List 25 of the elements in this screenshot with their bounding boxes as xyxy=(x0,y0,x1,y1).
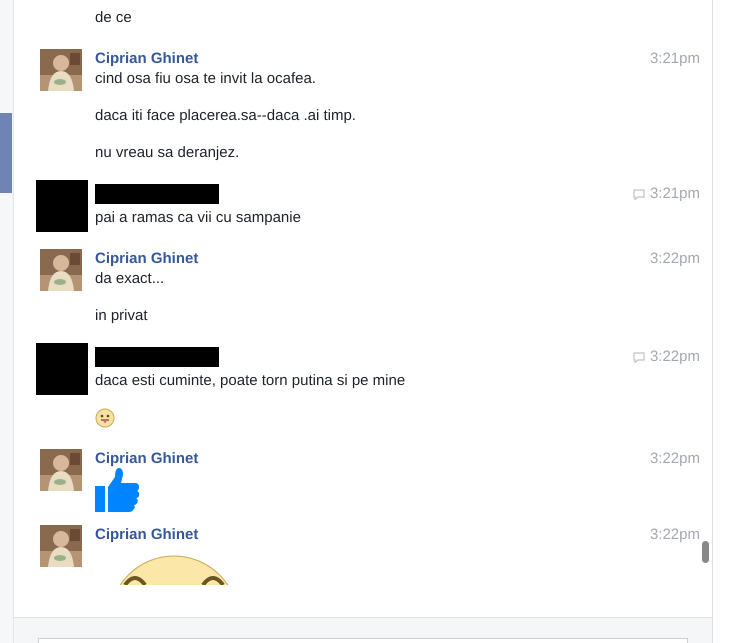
message-time: 3:22pm xyxy=(650,525,700,545)
message-time: 3:22pm xyxy=(650,347,700,367)
seen-icon xyxy=(632,352,645,362)
message-time: 3:21pm xyxy=(650,49,700,69)
message-time: 3:21pm xyxy=(650,184,700,204)
message-text: de ce xyxy=(95,9,132,26)
sender-name[interactable]: Ciprian Ghinet xyxy=(95,449,650,469)
message-time: 3:22pm xyxy=(650,449,700,469)
sender-name[interactable]: Ciprian Ghinet xyxy=(95,525,650,545)
redacted-avatar xyxy=(36,343,88,395)
message-text: cind osa fiu osa te invit la ocafea. xyxy=(95,70,316,87)
message-text: pai a ramas ca vii cu sampanie xyxy=(95,209,301,226)
thumbs-up-icon xyxy=(95,467,141,513)
message-text: nu vreau sa deranjez. xyxy=(95,144,240,161)
message-text: da exact... xyxy=(95,270,164,287)
emoji-icon xyxy=(95,408,115,428)
sender-name[interactable]: Ciprian Ghinet xyxy=(95,49,650,69)
sender-name[interactable]: Ciprian Ghinet xyxy=(95,249,650,269)
scrollbar-thumb[interactable] xyxy=(702,541,709,563)
message-time: 3:22pm xyxy=(650,249,700,269)
message-text: daca esti cuminte, poate torn putina si pe mine xyxy=(95,372,406,389)
message-text: in privat xyxy=(95,307,148,324)
seen-icon xyxy=(632,188,645,200)
message-text: daca iti face placerea.sa--daca .ai timp. xyxy=(95,107,356,124)
redacted-avatar xyxy=(36,180,88,232)
